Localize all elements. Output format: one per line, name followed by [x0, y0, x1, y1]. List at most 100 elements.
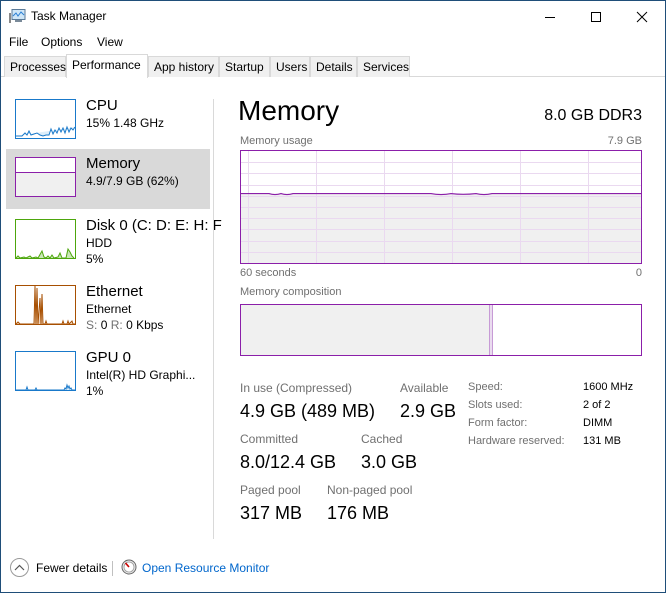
spec-speed-label: Speed:: [468, 381, 503, 393]
stat-cached: Cached 3.0 GB: [361, 432, 417, 473]
spec-hardware-reserved-label: Hardware reserved:: [468, 435, 565, 447]
menu-options[interactable]: Options: [41, 35, 82, 49]
stat-available: Available 2.9 GB: [400, 381, 456, 422]
close-button[interactable]: [619, 1, 665, 32]
sidebar-divider[interactable]: [213, 99, 214, 539]
available-label: Available: [400, 381, 449, 395]
ethernet-recv-label: R:: [110, 318, 123, 332]
tab-bar: Processes Performance App history Startu…: [1, 52, 665, 78]
open-resource-monitor-link[interactable]: Open Resource Monitor: [142, 561, 269, 575]
footer-separator: [112, 561, 113, 576]
spec-form-factor-value: DIMM: [583, 417, 613, 429]
maximize-button[interactable]: [573, 1, 619, 32]
task-manager-app-icon: [9, 9, 26, 23]
composition-modified-segment: [489, 305, 493, 355]
tab-services[interactable]: Services: [357, 56, 410, 77]
memory-title: Memory: [86, 155, 141, 172]
spec-slots-value: 2 of 2: [583, 399, 611, 411]
tab-app-history[interactable]: App history: [148, 56, 219, 77]
ethernet-throughput: S: 0 R: 0 Kbps: [86, 318, 163, 332]
spec-slots-label: Slots used:: [468, 399, 523, 411]
ethernet-thumbnail-graph: [15, 285, 76, 325]
menu-view[interactable]: View: [97, 35, 123, 49]
graph-time-end: 0: [635, 267, 642, 279]
in-use-label: In use (Compressed): [240, 381, 353, 395]
available-value: 2.9 GB: [400, 401, 457, 421]
gpu-title: GPU 0: [86, 349, 132, 366]
cached-value: 3.0 GB: [361, 452, 418, 472]
memory-mini-fill: [16, 172, 75, 196]
memory-usage-chart: [241, 151, 641, 263]
minimize-icon: [545, 16, 555, 18]
tab-details[interactable]: Details: [310, 56, 357, 77]
memory-usage-graph: [240, 150, 642, 264]
gpu-mini-line: [16, 383, 75, 390]
footer: Fewer details Open Resource Monitor: [1, 554, 665, 584]
disk-usage: 5%: [86, 252, 104, 266]
committed-label: Committed: [240, 432, 299, 446]
close-icon: [636, 11, 648, 22]
memory-thumbnail-graph: [15, 157, 76, 197]
sidebar-item-ethernet[interactable]: Ethernet Ethernet S: 0 R: 0 Kbps: [6, 277, 210, 337]
ethernet-send-label: S:: [86, 318, 98, 332]
tab-startup[interactable]: Startup: [219, 56, 270, 77]
cached-label: Cached: [361, 432, 403, 446]
tab-users[interactable]: Users: [270, 56, 310, 77]
cpu-title: CPU: [86, 97, 118, 114]
fewer-details-button[interactable]: [10, 558, 29, 577]
chevron-up-icon: [14, 564, 25, 571]
window-title: Task Manager: [31, 9, 107, 23]
spec-form-factor-label: Form factor:: [468, 417, 528, 429]
resource-monitor-icon: [121, 559, 137, 575]
disk-mini-chart: [16, 247, 75, 258]
sidebar-item-gpu[interactable]: GPU 0 Intel(R) HD Graphi... 1%: [6, 343, 210, 403]
stat-in-use: In use (Compressed) 4.9 GB (489 MB): [240, 381, 375, 422]
disk-title: Disk 0 (C: D: E: H: F: [86, 217, 222, 234]
disk-thumbnail-graph: [15, 219, 76, 259]
stat-paged-pool: Paged pool 317 MB: [240, 483, 302, 524]
paged-pool-label: Paged pool: [240, 483, 301, 497]
committed-value: 8.0/12.4 GB: [240, 452, 337, 472]
nonpaged-pool-label: Non-paged pool: [327, 483, 413, 497]
spec-hardware-reserved-value: 131 MB: [583, 435, 621, 447]
memory-usage-max: 7.9 GB: [607, 135, 642, 147]
ethernet-mini-line: [16, 286, 75, 324]
cpu-thumbnail-graph: [15, 99, 76, 139]
cpu-usage: 15% 1.48 GHz: [86, 116, 165, 130]
ethernet-send-value: 0: [100, 318, 108, 332]
minimize-button[interactable]: [527, 1, 573, 32]
sidebar-item-cpu[interactable]: CPU 15% 1.48 GHz: [6, 91, 210, 151]
memory-heading: Memory: [238, 95, 340, 126]
nonpaged-pool-value: 176 MB: [327, 503, 390, 523]
memory-composition-label: Memory composition: [240, 286, 342, 298]
task-manager-window: Task Manager File Options View Processes…: [0, 0, 666, 593]
stat-nonpaged-pool: Non-paged pool 176 MB: [327, 483, 412, 524]
memory-usage-label: Memory usage: [240, 135, 313, 147]
cpu-mini-chart: [16, 125, 75, 137]
ethernet-mini-chart: [16, 286, 75, 324]
sidebar-item-disk[interactable]: Disk 0 (C: D: E: H: F HDD 5%: [6, 211, 222, 271]
gpu-usage: 1%: [86, 384, 104, 398]
sidebar-item-memory[interactable]: Memory 4.9/7.9 GB (62%): [6, 149, 210, 209]
ethernet-title: Ethernet: [86, 283, 143, 300]
spec-speed-value: 1600 MHz: [583, 381, 634, 393]
gpu-thumbnail-graph: [15, 351, 76, 391]
in-use-value: 4.9 GB (489 MB): [240, 401, 376, 421]
tab-performance[interactable]: Performance: [66, 54, 148, 78]
fewer-details-link[interactable]: Fewer details: [36, 561, 107, 575]
paged-pool-value: 317 MB: [240, 503, 303, 523]
disk-mini-line: [16, 247, 75, 258]
menu-file[interactable]: File: [9, 35, 28, 49]
gpu-mini-chart: [16, 383, 75, 390]
composition-in-use-segment: [241, 305, 489, 355]
ethernet-recv-value: 0 Kbps: [126, 318, 164, 332]
memory-composition-bar: [240, 304, 642, 356]
tab-processes[interactable]: Processes: [4, 56, 66, 77]
stat-committed: Committed 8.0/12.4 GB: [240, 432, 336, 473]
disk-type: HDD: [86, 236, 112, 250]
maximize-icon: [591, 11, 601, 22]
performance-sidebar: CPU 15% 1.48 GHz Memory 4.9/7.9 GB (62%)…: [1, 91, 222, 541]
memory-spec: 8.0 GB DDR3: [544, 107, 642, 124]
ethernet-adapter: Ethernet: [86, 302, 132, 316]
graph-time-span: 60 seconds: [240, 267, 297, 279]
